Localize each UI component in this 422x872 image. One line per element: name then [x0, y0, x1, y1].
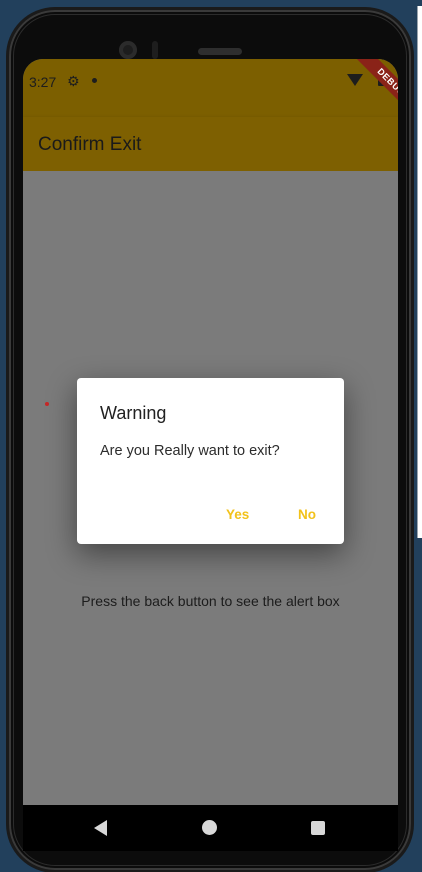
instruction-text: Press the back button to see the alert b…	[81, 593, 340, 609]
touch-indicator-dot	[45, 402, 49, 406]
dialog-title: Warning	[100, 403, 167, 423]
alert-dialog: Warning Are you Really want to exit? Yes…	[77, 378, 344, 544]
front-camera	[119, 41, 137, 59]
earpiece-speaker	[198, 48, 242, 55]
dialog-message: Are you Really want to exit?	[100, 443, 280, 459]
yes-button[interactable]: Yes	[218, 503, 257, 525]
proximity-sensor	[152, 41, 158, 59]
notification-dot-icon	[92, 78, 97, 83]
emulator-stage: 3:27 ⚙ DEBUG Confirm Exit Press the back…	[0, 0, 422, 872]
app-bar-title: Confirm Exit	[38, 134, 142, 155]
navigation-bar	[23, 805, 398, 851]
status-time: 3:27	[29, 74, 57, 90]
recents-icon[interactable]	[311, 821, 325, 835]
phone-screen: 3:27 ⚙ DEBUG Confirm Exit Press the back…	[23, 59, 398, 805]
back-icon[interactable]	[94, 820, 107, 836]
no-button[interactable]: No	[290, 503, 324, 525]
emulator-side-panel	[417, 6, 422, 538]
wifi-icon	[347, 74, 363, 86]
app-bar: Confirm Exit	[23, 117, 398, 171]
status-bar: 3:27 ⚙ DEBUG	[23, 59, 398, 124]
settings-gear-icon: ⚙	[67, 73, 80, 89]
debug-banner: DEBUG	[350, 59, 398, 124]
home-icon[interactable]	[202, 820, 217, 835]
